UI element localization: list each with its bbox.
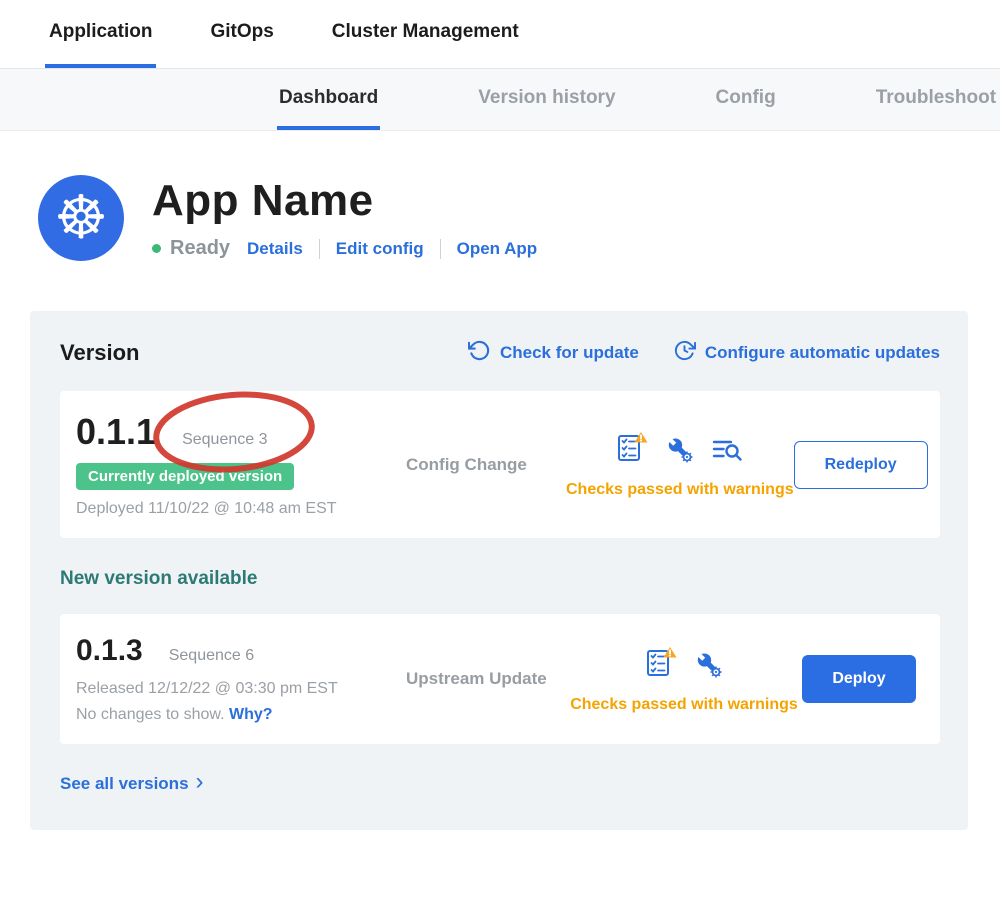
new-version-heading: New version available <box>60 568 940 590</box>
current-version-card: 0.1.1 Sequence 3 Currently deployed vers… <box>60 391 940 538</box>
new-version-sequence: Sequence 6 <box>169 647 254 665</box>
version-panel-title: Version <box>60 340 139 366</box>
new-version-number: 0.1.3 <box>76 634 143 668</box>
redeploy-button[interactable]: Redeploy <box>794 441 928 489</box>
status-ready-dot-icon <box>152 244 161 253</box>
open-app-link[interactable]: Open App <box>457 239 538 259</box>
preflight-checks-warning-icon[interactable] <box>615 430 649 469</box>
chevron-right-icon: › <box>196 770 204 794</box>
why-link[interactable]: Why? <box>229 706 273 723</box>
refresh-icon <box>468 339 491 367</box>
top-nav-cluster-management[interactable]: Cluster Management <box>328 0 523 68</box>
see-all-versions-label: See all versions <box>60 774 189 794</box>
config-wrench-gear-icon[interactable] <box>665 436 695 469</box>
checks-status-text: Checks passed with warnings <box>570 696 798 714</box>
current-version-number: 0.1.1 <box>76 411 156 453</box>
app-title: App Name <box>152 177 537 225</box>
change-type-label: Config Change <box>406 455 566 475</box>
details-link[interactable]: Details <box>247 239 303 259</box>
tab-config[interactable]: Config <box>714 69 778 130</box>
link-separator <box>440 239 441 259</box>
new-version-card: 0.1.3 Sequence 6 Released 12/12/22 @ 03:… <box>60 614 940 744</box>
currently-deployed-badge: Currently deployed version <box>76 463 294 490</box>
top-nav-gitops[interactable]: GitOps <box>206 0 277 68</box>
configure-automatic-updates-label: Configure automatic updates <box>705 343 940 363</box>
no-changes-text: No changes to show. <box>76 706 225 723</box>
top-nav: Application GitOps Cluster Management <box>0 0 1000 69</box>
configure-automatic-updates-button[interactable]: Configure automatic updates <box>673 339 940 367</box>
config-wrench-gear-icon[interactable] <box>694 651 724 684</box>
check-for-update-label: Check for update <box>500 343 639 363</box>
view-diff-search-icon[interactable] <box>711 434 745 469</box>
check-for-update-button[interactable]: Check for update <box>468 339 639 367</box>
tab-troubleshoot[interactable]: Troubleshoot <box>874 69 998 130</box>
preflight-checks-warning-icon[interactable] <box>644 645 678 684</box>
deploy-button[interactable]: Deploy <box>802 655 916 703</box>
auto-update-clock-icon <box>673 339 696 367</box>
link-separator <box>319 239 320 259</box>
released-timestamp: Released 12/12/22 @ 03:30 pm EST <box>76 680 406 698</box>
tab-dashboard[interactable]: Dashboard <box>277 69 380 130</box>
edit-config-link[interactable]: Edit config <box>336 239 424 259</box>
current-version-sequence: Sequence 3 <box>182 431 267 449</box>
status-text: Ready <box>170 237 230 260</box>
checks-status-text: Checks passed with warnings <box>566 481 794 499</box>
deployed-timestamp: Deployed 11/10/22 @ 10:48 am EST <box>76 500 406 518</box>
app-header: ☸ App Name Ready Details Edit config Ope… <box>38 175 1000 261</box>
top-nav-application[interactable]: Application <box>45 0 156 68</box>
change-type-label: Upstream Update <box>406 669 566 689</box>
sub-nav: Dashboard Version history Config Trouble… <box>0 69 1000 131</box>
kubernetes-logo-icon: ☸ <box>38 175 124 261</box>
version-panel: Version Check for update Configure autom… <box>30 311 968 830</box>
tab-version-history[interactable]: Version history <box>476 69 617 130</box>
see-all-versions-link[interactable]: See all versions › <box>60 772 204 796</box>
